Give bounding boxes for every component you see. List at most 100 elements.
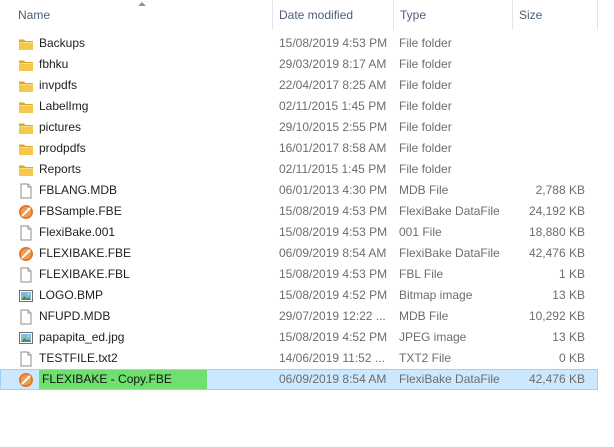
file-type: Bitmap image [399, 288, 473, 302]
file-size: 10,292 KB [528, 309, 585, 323]
file-row[interactable]: invpdfs 22/04/2017 8:25 AM File folder [0, 75, 598, 96]
file-size [513, 96, 585, 117]
blank-file-icon [18, 309, 34, 325]
file-row[interactable]: fbhku 29/03/2019 8:17 AM File folder [0, 54, 598, 75]
file-type: File folder [399, 36, 452, 50]
file-date-modified: 29/03/2019 8:17 AM [279, 57, 387, 71]
folder-icon [18, 162, 34, 178]
file-date-modified: 02/11/2015 1:45 PM [279, 99, 387, 113]
file-name-cell: FLEXIBAKE - Copy.FBE [18, 369, 272, 390]
file-type: JPEG image [399, 330, 467, 344]
file-size [513, 54, 585, 75]
file-type: File folder [399, 120, 452, 134]
file-size: 2,788 KB [535, 183, 585, 197]
folder-icon [18, 57, 34, 73]
file-name-cell: papapita_ed.jpg [18, 327, 272, 348]
column-header-type[interactable]: Type [394, 0, 512, 30]
blank-file-icon [18, 267, 34, 283]
file-row[interactable]: LOGO.BMP 15/08/2019 4:52 PM Bitmap image 13… [0, 285, 598, 306]
file-type: 001 File [399, 225, 442, 239]
file-row[interactable]: FBLANG.MDB 06/01/2013 4:30 PM MDB File 2,78… [0, 180, 598, 201]
file-size [513, 75, 585, 96]
file-name-cell: FBLANG.MDB [18, 180, 272, 201]
file-name-cell: Reports [18, 159, 272, 180]
file-size [513, 117, 585, 138]
file-name: invpdfs [39, 78, 78, 92]
file-row[interactable]: pictures 29/10/2015 2:55 PM File folder [0, 117, 598, 138]
file-name: papapita_ed.jpg [39, 330, 125, 344]
file-size [513, 159, 585, 180]
column-header-date-modified[interactable]: Date modified [273, 0, 393, 30]
file-row[interactable]: papapita_ed.jpg 15/08/2019 4:52 PM JPEG im… [0, 327, 598, 348]
file-date-modified: 16/01/2017 8:58 AM [279, 141, 387, 155]
file-row[interactable]: Backups 15/08/2019 4:53 PM File folder [0, 33, 598, 54]
file-row[interactable]: FLEXIBAKE.FBL 15/08/2019 4:53 PM FBL File 1… [0, 264, 598, 285]
file-name-cell: TESTFILE.txt2 [18, 348, 272, 369]
file-row[interactable]: LabelImg 02/11/2015 1:45 PM File folder [0, 96, 598, 117]
file-name-cell: FlexiBake.001 [18, 222, 272, 243]
file-row[interactable]: Reports 02/11/2015 1:45 PM File folder [0, 159, 598, 180]
file-type: FBL File [399, 267, 444, 281]
file-name-cell: FBSample.FBE [18, 201, 272, 222]
file-row[interactable]: prodpdfs 16/01/2017 8:58 AM File folder [0, 138, 598, 159]
file-list: Backups 15/08/2019 4:53 PM File folder fbhk… [0, 33, 598, 390]
file-date-modified: 15/08/2019 4:53 PM [279, 36, 388, 50]
file-name: TESTFILE.txt2 [39, 351, 118, 365]
file-name: Reports [39, 162, 82, 176]
file-name-cell: invpdfs [18, 75, 272, 96]
file-row[interactable]: FlexiBake.001 15/08/2019 4:53 PM 001 File 1… [0, 222, 598, 243]
file-type: File folder [399, 99, 452, 113]
file-row[interactable]: TESTFILE.txt2 14/06/2019 11:52 ... TXT2 Fi… [0, 348, 598, 369]
column-header-name[interactable]: Name [12, 0, 272, 30]
file-size: 0 KB [558, 351, 585, 365]
file-size: 13 KB [552, 288, 585, 302]
file-date-modified: 29/10/2015 2:55 PM [279, 120, 388, 134]
file-size [513, 33, 585, 54]
file-date-modified: 02/11/2015 1:45 PM [279, 162, 387, 176]
file-type: TXT2 File [399, 351, 452, 365]
file-type: File folder [399, 57, 452, 71]
file-date-modified: 29/07/2019 12:22 ... [279, 309, 386, 323]
file-row[interactable]: FBSample.FBE 15/08/2019 4:53 PM FlexiBake … [0, 201, 598, 222]
file-name-cell: FLEXIBAKE.FBL [18, 264, 272, 285]
file-date-modified: 15/08/2019 4:53 PM [279, 267, 388, 281]
file-type: File folder [399, 162, 452, 176]
file-size: 42,476 KB [528, 246, 585, 260]
file-size: 18,880 KB [528, 225, 585, 239]
file-size: 42,476 KB [528, 372, 585, 386]
file-name-cell: pictures [18, 117, 272, 138]
file-date-modified: 15/08/2019 4:52 PM [279, 288, 388, 302]
rename-input[interactable]: FLEXIBAKE - Copy.FBE [39, 370, 207, 389]
file-name: LOGO.BMP [39, 288, 104, 302]
file-size [513, 138, 585, 159]
image-file-icon [18, 288, 34, 304]
file-name: pictures [39, 120, 82, 134]
file-row[interactable]: NFUPD.MDB 29/07/2019 12:22 ... MDB File 10,… [0, 306, 598, 327]
file-date-modified: 15/08/2019 4:53 PM [279, 204, 388, 218]
file-name: FlexiBake.001 [39, 225, 116, 239]
blank-file-icon [18, 183, 34, 199]
file-name: FBLANG.MDB [39, 183, 118, 197]
column-header-size[interactable]: Size [513, 0, 598, 30]
file-name-cell: LabelImg [18, 96, 272, 117]
column-divider[interactable] [597, 0, 598, 30]
file-type: MDB File [399, 309, 449, 323]
file-date-modified: 15/08/2019 4:52 PM [279, 330, 388, 344]
file-row-selected[interactable]: FLEXIBAKE - Copy.FBE 06/09/2019 8:54 AM Fl… [0, 369, 598, 390]
folder-icon [18, 36, 34, 52]
file-name: Backups [39, 36, 86, 50]
file-name-cell: LOGO.BMP [18, 285, 272, 306]
blank-file-icon [18, 225, 34, 241]
file-type: FlexiBake DataFile [399, 246, 500, 260]
file-date-modified: 15/08/2019 4:53 PM [279, 225, 388, 239]
file-date-modified: 06/09/2019 8:54 AM [279, 372, 387, 386]
flexibake-file-icon [18, 246, 34, 262]
file-name: FBSample.FBE [39, 204, 122, 218]
file-name: LabelImg [39, 99, 89, 113]
file-row[interactable]: FLEXIBAKE.FBE 06/09/2019 8:54 AM FlexiBake… [0, 243, 598, 264]
file-type: MDB File [399, 183, 449, 197]
file-name: FLEXIBAKE.FBL [39, 267, 130, 281]
file-name: NFUPD.MDB [39, 309, 111, 323]
folder-icon [18, 120, 34, 136]
folder-icon [18, 141, 34, 157]
